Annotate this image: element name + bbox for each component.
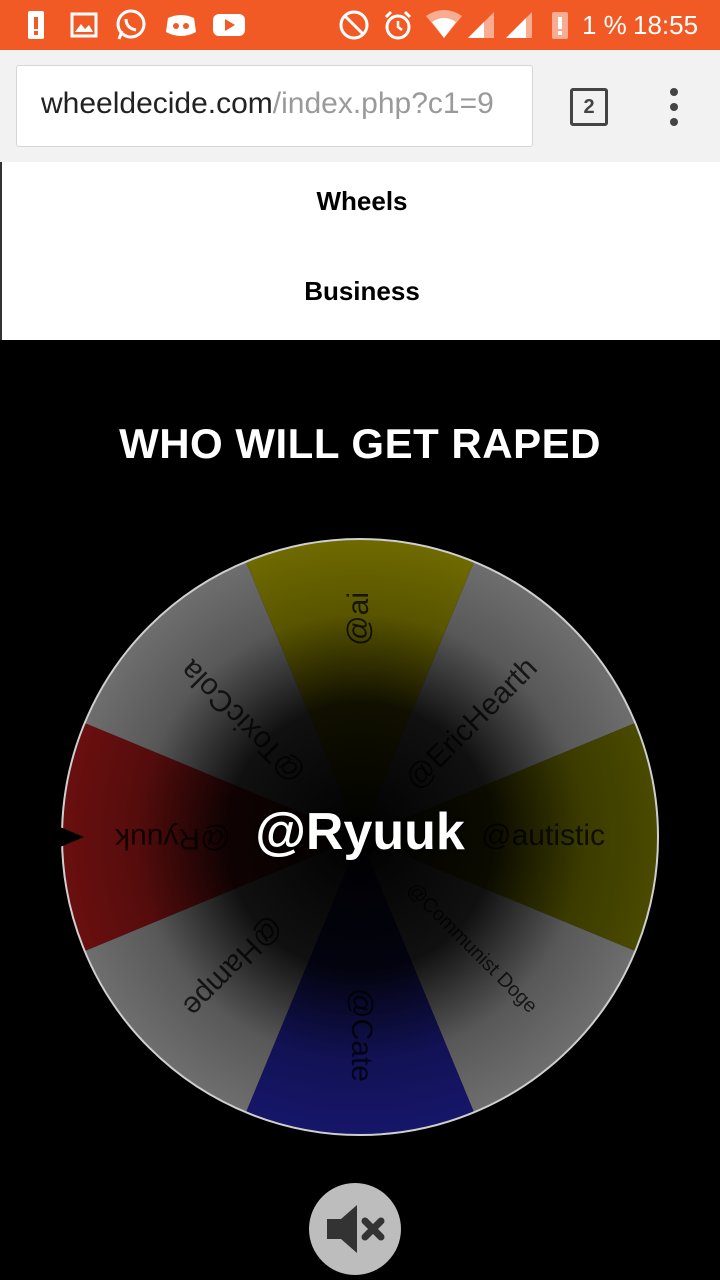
mute-button[interactable] [309, 1183, 401, 1275]
url-field[interactable]: wheeldecide.com/index.php?c1=9 [16, 65, 533, 147]
url-text: wheeldecide.com/index.php?c1=9 [41, 87, 494, 121]
overflow-menu-icon[interactable] [664, 88, 684, 128]
wheel-segment-label: @ai [342, 592, 375, 646]
browser-toolbar: wheeldecide.com/index.php?c1=9 2 [0, 50, 720, 163]
do-not-disturb-icon [338, 9, 370, 41]
battery-alert-icon [24, 9, 48, 41]
nav-item-business[interactable]: Business [2, 276, 720, 307]
youtube-icon [212, 9, 246, 41]
speaker-muted-icon [327, 1205, 385, 1253]
battery-low-icon [550, 9, 570, 41]
tab-switcher-button[interactable]: 2 [570, 88, 608, 126]
clock: 18:55 [633, 10, 699, 40]
url-path: /index.php?c1=9 [272, 87, 494, 120]
battery-percent: 1 % [582, 10, 627, 40]
wheel-segment-label: @Cate [345, 988, 378, 1082]
signal-1-icon [466, 9, 498, 41]
nav-item-wheels[interactable]: Wheels [2, 186, 720, 217]
site-nav-menu: Wheels Business [0, 162, 720, 340]
signal-2-icon [504, 9, 536, 41]
alarm-icon [382, 9, 414, 41]
whatsapp-icon [114, 9, 148, 41]
page-title: WHO WILL GET RAPED [119, 420, 601, 467]
image-icon [70, 9, 98, 41]
wifi-icon [424, 9, 464, 41]
url-domain: wheeldecide.com [41, 87, 273, 120]
result-label: @Ryuuk [255, 803, 465, 861]
discord-icon [164, 9, 198, 41]
status-bar: 1 % 18:55 [0, 0, 720, 50]
